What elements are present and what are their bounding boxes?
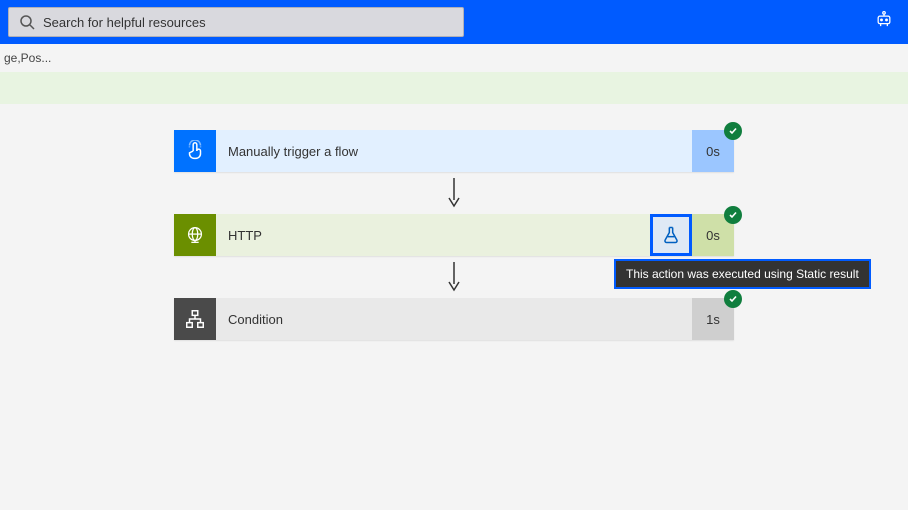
step-title: Manually trigger a flow bbox=[216, 130, 692, 172]
search-icon bbox=[19, 14, 35, 30]
step-http[interactable]: HTTP 0s bbox=[174, 214, 734, 256]
flask-icon bbox=[661, 225, 681, 245]
search-input[interactable] bbox=[43, 15, 453, 30]
search-box[interactable] bbox=[8, 7, 464, 37]
breadcrumb-text: ge,Pos... bbox=[4, 51, 51, 65]
flow-canvas: Manually trigger a flow 0s HTTP bbox=[0, 104, 908, 340]
success-badge bbox=[724, 122, 742, 140]
globe-icon bbox=[174, 214, 216, 256]
static-result-tooltip: This action was executed using Static re… bbox=[614, 259, 871, 289]
touch-icon bbox=[174, 130, 216, 172]
step-condition[interactable]: Condition 1s bbox=[174, 298, 734, 340]
step-trigger[interactable]: Manually trigger a flow 0s bbox=[174, 130, 734, 172]
static-result-button[interactable] bbox=[650, 214, 692, 256]
breadcrumb: ge,Pos... bbox=[0, 44, 908, 72]
run-success-banner bbox=[0, 72, 908, 104]
success-badge bbox=[724, 206, 742, 224]
header-bar bbox=[0, 0, 908, 44]
success-badge bbox=[724, 290, 742, 308]
step-title: Condition bbox=[216, 298, 692, 340]
assistant-icon[interactable] bbox=[874, 10, 894, 35]
condition-icon bbox=[174, 298, 216, 340]
step-title: HTTP bbox=[216, 214, 650, 256]
connector-arrow bbox=[174, 172, 734, 214]
